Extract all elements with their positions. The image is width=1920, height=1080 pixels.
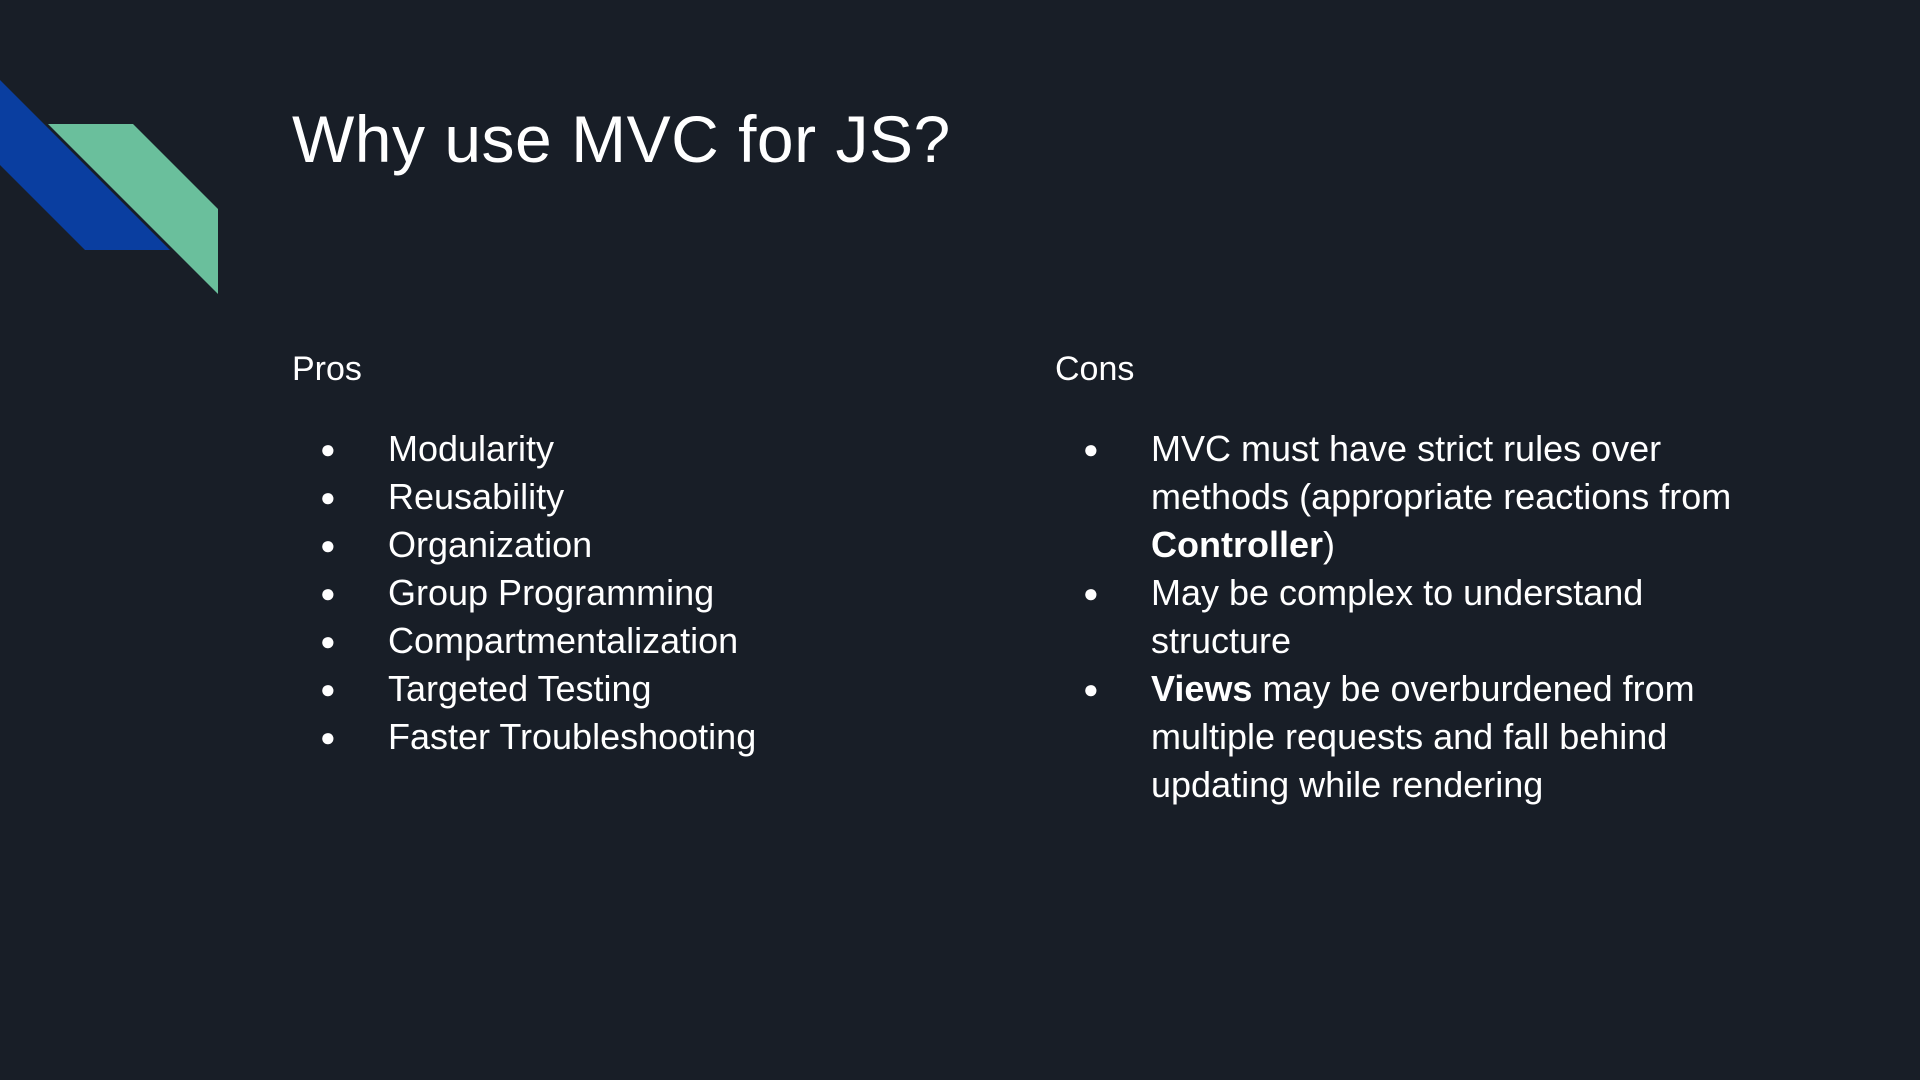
cons-heading: Cons [1055,350,1135,388]
bullet-icon: ● [1083,578,1099,608]
bullet-icon: ● [320,578,336,608]
cons-list: ● MVC must have strict rules over methods… [1055,425,1755,809]
bullet-icon: ● [1083,674,1099,704]
pros-heading: Pros [292,350,362,388]
list-item: ● Views may be overburdened from multiple… [1055,665,1755,809]
cons-column: Cons ● MVC must have strict rules over me… [1055,345,1755,809]
bullet-icon: ● [320,530,336,560]
pros-column: Pros ● Modularity ● Reusability ● Organizat… [292,345,972,761]
list-item: ● Group Programming [292,569,972,617]
list-item: ● Reusability [292,473,972,521]
list-item: ● MVC must have strict rules over methods… [1055,425,1755,569]
list-item: ● Compartmentalization [292,617,972,665]
list-item: ● Modularity [292,425,972,473]
bullet-icon: ● [320,626,336,656]
list-item: ● Faster Troubleshooting [292,713,972,761]
slide-title: Why use MVC for JS? [292,102,951,176]
slide: Why use MVC for JS? Pros ● Modularity ● Re… [0,0,1920,1080]
list-item: ● Organization [292,521,972,569]
bullet-icon: ● [320,434,336,464]
pros-list: ● Modularity ● Reusability ● Organization ●… [292,425,972,761]
bullet-icon: ● [320,722,336,752]
list-item: ● Targeted Testing [292,665,972,713]
bullet-icon: ● [320,674,336,704]
bullet-icon: ● [1083,434,1099,464]
bullet-icon: ● [320,482,336,512]
list-item: ● May be complex to understand structure [1055,569,1755,665]
corner-decoration [0,80,218,294]
